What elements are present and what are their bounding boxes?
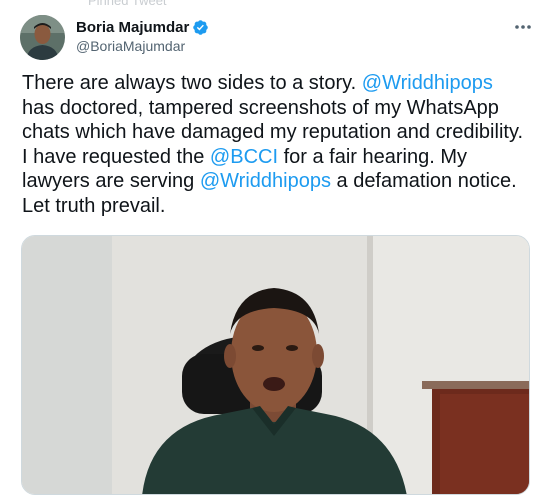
pinned-indicator: Pinned Tweet	[0, 0, 551, 12]
tweet-text: There are always two sides to a story. @…	[22, 71, 527, 218]
pinned-label: Pinned Tweet	[88, 0, 167, 8]
mention-link[interactable]: @Wriddhipops	[200, 170, 331, 192]
verified-badge-icon	[192, 19, 209, 36]
author-handle[interactable]: @BoriaMajumdar	[76, 38, 185, 54]
more-horizontal-icon[interactable]	[512, 17, 534, 37]
author-display-name[interactable]: Boria Majumdar	[76, 19, 189, 36]
tweet-text-segment: There are always two sides to a story.	[22, 72, 362, 94]
mention-link[interactable]: @Wriddhipops	[362, 72, 493, 94]
avatar[interactable]	[20, 15, 65, 60]
mention-link[interactable]: @BCCI	[210, 146, 278, 168]
tweet-video-media[interactable]	[21, 235, 530, 495]
author-name-row[interactable]: Boria Majumdar	[76, 19, 209, 36]
